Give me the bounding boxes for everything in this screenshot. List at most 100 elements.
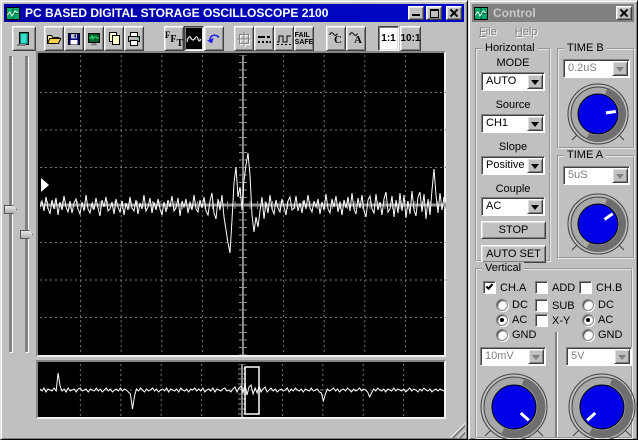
chb-checkbox[interactable] [579, 281, 592, 294]
cha-ac-radio[interactable] [496, 314, 508, 326]
source-dropdown-button[interactable] [527, 116, 543, 131]
couple-dropdown-button[interactable] [527, 199, 543, 214]
line-style-button[interactable] [254, 26, 274, 51]
sub-checkbox-row: SUB [535, 299, 575, 312]
probe-1-1-label: 1:1 [381, 33, 396, 44]
menu-file[interactable]: File [479, 26, 497, 38]
time-b-select[interactable]: 0.2uS [563, 59, 630, 78]
source-label: Source [495, 99, 531, 111]
calibrate-c-button[interactable]: C [326, 26, 346, 51]
calibrate-a-button[interactable]: A [346, 26, 366, 51]
slope-select[interactable]: Positive [481, 156, 545, 175]
mode-value: AUTO [486, 75, 517, 87]
menu-help[interactable]: Help [515, 26, 538, 38]
cha-label: CH.A [500, 281, 527, 294]
dotted-line-icon [258, 35, 271, 43]
time-a-dropdown-button[interactable] [612, 168, 628, 183]
column-divider [555, 332, 557, 437]
cha-dc-label: DC [512, 299, 528, 311]
chb-dc-radio[interactable] [582, 299, 594, 311]
failsafe-button[interactable]: FAIL SAFE [294, 26, 314, 51]
undo-button[interactable] [204, 26, 224, 51]
cha-gnd-radio-row: GND [496, 329, 536, 341]
cha-checkbox[interactable] [483, 281, 496, 294]
window-title: PC BASED DIGITAL STORAGE OSCILLOSCOPE 21… [25, 6, 329, 20]
chb-ac-radio[interactable] [582, 314, 594, 326]
control-title: Control [493, 6, 536, 20]
mode-dropdown-button[interactable] [527, 74, 543, 89]
print-button[interactable] [124, 26, 144, 51]
chb-scale-select[interactable]: 5V [566, 347, 632, 366]
slider-track-b[interactable] [25, 56, 28, 352]
chb-dc-radio-row: DC [582, 299, 614, 311]
close-button[interactable] [446, 6, 462, 20]
add-checkbox-row: ADD [535, 281, 575, 294]
time-b-dropdown-button[interactable] [612, 61, 628, 76]
trigger-marker[interactable] [41, 178, 49, 192]
undo-arrow-icon [207, 34, 220, 43]
xy-label: X-Y [552, 314, 571, 327]
control-close-button[interactable] [616, 6, 632, 20]
cha-dc-radio[interactable] [496, 299, 508, 311]
time-a-knob[interactable] [562, 188, 634, 260]
couple-select[interactable]: AC [481, 197, 545, 216]
chb-gnd-radio[interactable] [582, 329, 594, 341]
xy-checkbox-row: X-Y [535, 314, 570, 327]
couple-label: Couple [495, 183, 531, 195]
cha-gain-knob[interactable] [476, 369, 552, 440]
time-b-label: TIME B [564, 42, 607, 55]
chb-scale-value: 5V [571, 350, 585, 362]
chb-scale-dropdown-button[interactable] [614, 349, 630, 364]
minimize-button[interactable] [408, 6, 424, 20]
slider-thumb-a[interactable] [4, 205, 17, 214]
grid-toggle-button[interactable] [234, 26, 254, 51]
waveform-display-button[interactable] [184, 26, 204, 51]
chevron-down-icon [532, 354, 540, 364]
cha-gnd-label: GND [512, 329, 537, 341]
control-app-icon [474, 6, 488, 20]
open-button[interactable] [44, 26, 64, 51]
maximize-button[interactable] [426, 6, 442, 20]
autoset-button[interactable]: AUTO SET [481, 245, 546, 263]
time-a-group: TIME A 5uS [557, 149, 635, 260]
save-button[interactable] [64, 26, 84, 51]
chevron-down-icon [618, 354, 626, 364]
source-select[interactable]: CH1 [481, 114, 545, 133]
cha-gnd-radio[interactable] [496, 329, 508, 341]
cha-scale-dropdown-button[interactable] [528, 349, 544, 364]
xy-checkbox[interactable] [535, 314, 548, 327]
main-titlebar[interactable]: PC BASED DIGITAL STORAGE OSCILLOSCOPE 21… [4, 4, 464, 22]
probe-10-1-button[interactable]: 10:1 [400, 26, 421, 51]
stop-label: STOP [498, 224, 529, 236]
slope-value: Positive [486, 159, 525, 171]
horizontal-group-label: Horizontal [482, 42, 538, 55]
source-value: CH1 [486, 117, 509, 129]
add-checkbox[interactable] [535, 281, 548, 294]
square-wave-button[interactable] [274, 26, 294, 51]
fft-button[interactable]: FFT [164, 26, 184, 51]
time-b-value: 0.2uS [568, 62, 597, 74]
exit-button[interactable] [12, 26, 36, 51]
fft-icon: FFT [164, 30, 184, 49]
time-a-select[interactable]: 5uS [563, 166, 630, 185]
stop-button[interactable]: STOP [481, 221, 546, 239]
copy-button[interactable] [104, 26, 124, 51]
chb-dc-label: DC [598, 299, 614, 311]
probe-1-1-button[interactable]: 1:1 [378, 26, 399, 51]
resize-grip[interactable] [449, 422, 465, 438]
slider-thumb-b[interactable] [20, 230, 33, 239]
chb-gain-knob[interactable] [564, 369, 638, 440]
mode-select[interactable]: AUTO [481, 72, 545, 91]
slope-dropdown-button[interactable] [527, 158, 543, 173]
mode-label: MODE [496, 57, 530, 69]
chevron-down-icon [531, 121, 539, 131]
cha-scale-select[interactable]: 10mV [480, 347, 546, 366]
chevron-down-icon [616, 173, 624, 183]
slider-track-a[interactable] [9, 56, 12, 352]
radio-dot-icon [586, 318, 590, 322]
time-b-knob[interactable] [562, 78, 634, 150]
sub-checkbox[interactable] [535, 299, 548, 312]
screen-capture-button[interactable] [84, 26, 104, 51]
chb-ac-label: AC [598, 314, 614, 326]
control-titlebar[interactable]: Control [472, 4, 634, 22]
